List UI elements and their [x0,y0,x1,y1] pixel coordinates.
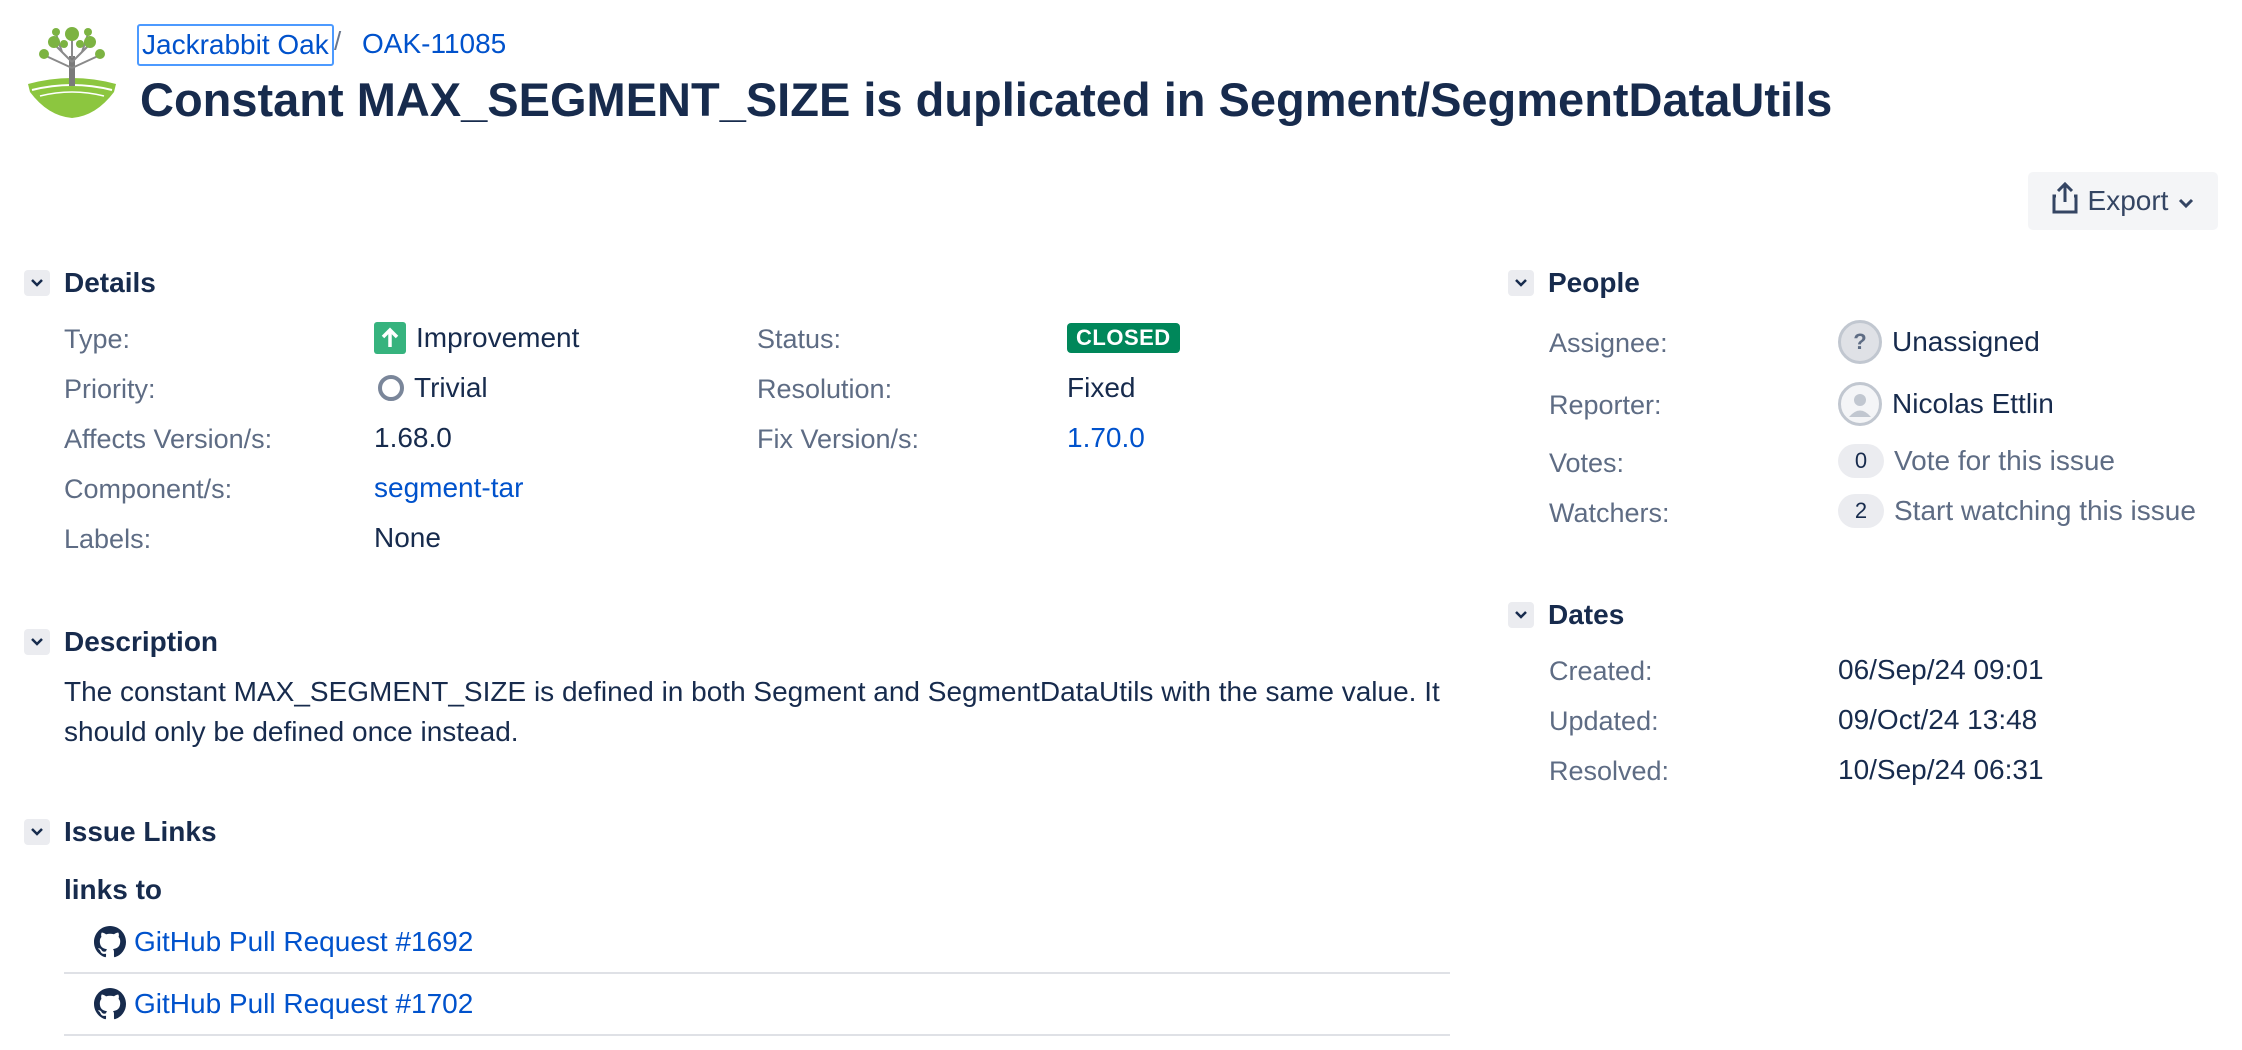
people-heading: People [1548,267,1640,298]
chevron-down-icon[interactable] [24,270,50,296]
updated-label: Updated: [1549,706,1659,736]
improvement-arrow-icon [374,322,406,354]
issue-link-text[interactable]: GitHub Pull Request #1692 [134,926,473,958]
fix-version-link[interactable]: 1.70.0 [1067,422,1145,454]
chevron-down-icon[interactable] [1508,602,1534,628]
resolved-label: Resolved: [1549,756,1670,786]
affects-version-label: Affects Version/s: [64,424,273,454]
issue-title[interactable]: Constant MAX_SEGMENT_SIZE is duplicated … [140,72,1832,127]
resolution-value: Fixed [1067,372,1136,403]
description-text[interactable]: The constant MAX_SEGMENT_SIZE is defined… [64,672,1454,752]
issue-link-row[interactable]: GitHub Pull Request #1702 [64,974,1450,1036]
project-logo[interactable] [26,22,118,120]
fix-version-label: Fix Version/s: [757,424,920,454]
reporter-name: Nicolas Ettlin [1892,388,2054,419]
assignee-name: Unassigned [1892,326,2040,357]
votes-count-badge: 0 [1838,444,1884,478]
description-module-header[interactable]: Description [24,622,218,662]
updated-date: 09/Oct/24 13:48 [1838,704,2038,735]
reporter-label: Reporter: [1549,390,1662,420]
chevron-down-icon[interactable] [24,819,50,845]
dates-heading: Dates [1548,599,1625,630]
watch-action-link[interactable]: Start watching this issue [1894,495,2196,527]
reporter-value[interactable]: Nicolas Ettlin [1838,382,2054,426]
assignee-value[interactable]: ? Unassigned [1838,320,2040,364]
chevron-down-icon [2178,185,2194,217]
link-relation-label: links to [64,874,163,905]
unknown-user-avatar: ? [1838,320,1882,364]
labels-value: None [374,522,441,553]
export-share-icon [2052,181,2078,221]
chevron-down-icon[interactable] [24,629,50,655]
github-icon [94,926,126,958]
breadcrumb-separator: / [334,26,342,56]
resolved-date: 10/Sep/24 06:31 [1838,754,2044,785]
component-label: Component/s: [64,474,233,504]
type-label: Type: [64,324,131,354]
people-module-header[interactable]: People [1508,263,1640,303]
priority-text: Trivial [414,372,488,403]
assignee-label: Assignee: [1549,328,1668,358]
issue-link-row[interactable]: GitHub Pull Request #1692 [64,912,1450,974]
issue-link-text[interactable]: GitHub Pull Request #1702 [134,988,473,1020]
trivial-priority-icon [378,375,404,401]
breadcrumb-project-link[interactable]: Jackrabbit Oak [137,24,334,66]
export-button[interactable]: Export [2028,172,2218,230]
priority-label: Priority: [64,374,156,404]
votes-value[interactable]: 0 Vote for this issue [1838,444,2115,478]
breadcrumb-issue-key-link[interactable]: OAK-11085 [362,28,506,60]
dates-module-header[interactable]: Dates [1508,595,1624,635]
chevron-down-icon[interactable] [1508,270,1534,296]
watchers-count-badge: 2 [1838,494,1884,528]
status-badge: CLOSED [1067,323,1180,353]
created-date: 06/Sep/24 09:01 [1838,654,2044,685]
github-icon [94,988,126,1020]
issue-links-module-header[interactable]: Issue Links [24,812,217,852]
watchers-value[interactable]: 2 Start watching this issue [1838,494,2196,528]
resolution-label: Resolution: [757,374,893,404]
details-heading: Details [64,267,156,298]
priority-value[interactable]: Trivial [378,372,488,404]
labels-label: Labels: [64,524,152,554]
type-value[interactable]: Improvement [374,322,579,354]
status-label: Status: [757,324,842,354]
watchers-label: Watchers: [1549,498,1670,528]
votes-label: Votes: [1549,448,1625,478]
created-label: Created: [1549,656,1653,686]
details-module-header[interactable]: Details [24,263,156,303]
affects-version-value: 1.68.0 [374,422,452,453]
vote-action-link[interactable]: Vote for this issue [1894,445,2115,477]
description-heading: Description [64,626,219,657]
user-avatar [1838,382,1882,426]
issue-links-heading: Issue Links [64,816,217,847]
export-label: Export [2087,185,2169,216]
type-text: Improvement [416,322,580,353]
component-link[interactable]: segment-tar [374,472,523,504]
